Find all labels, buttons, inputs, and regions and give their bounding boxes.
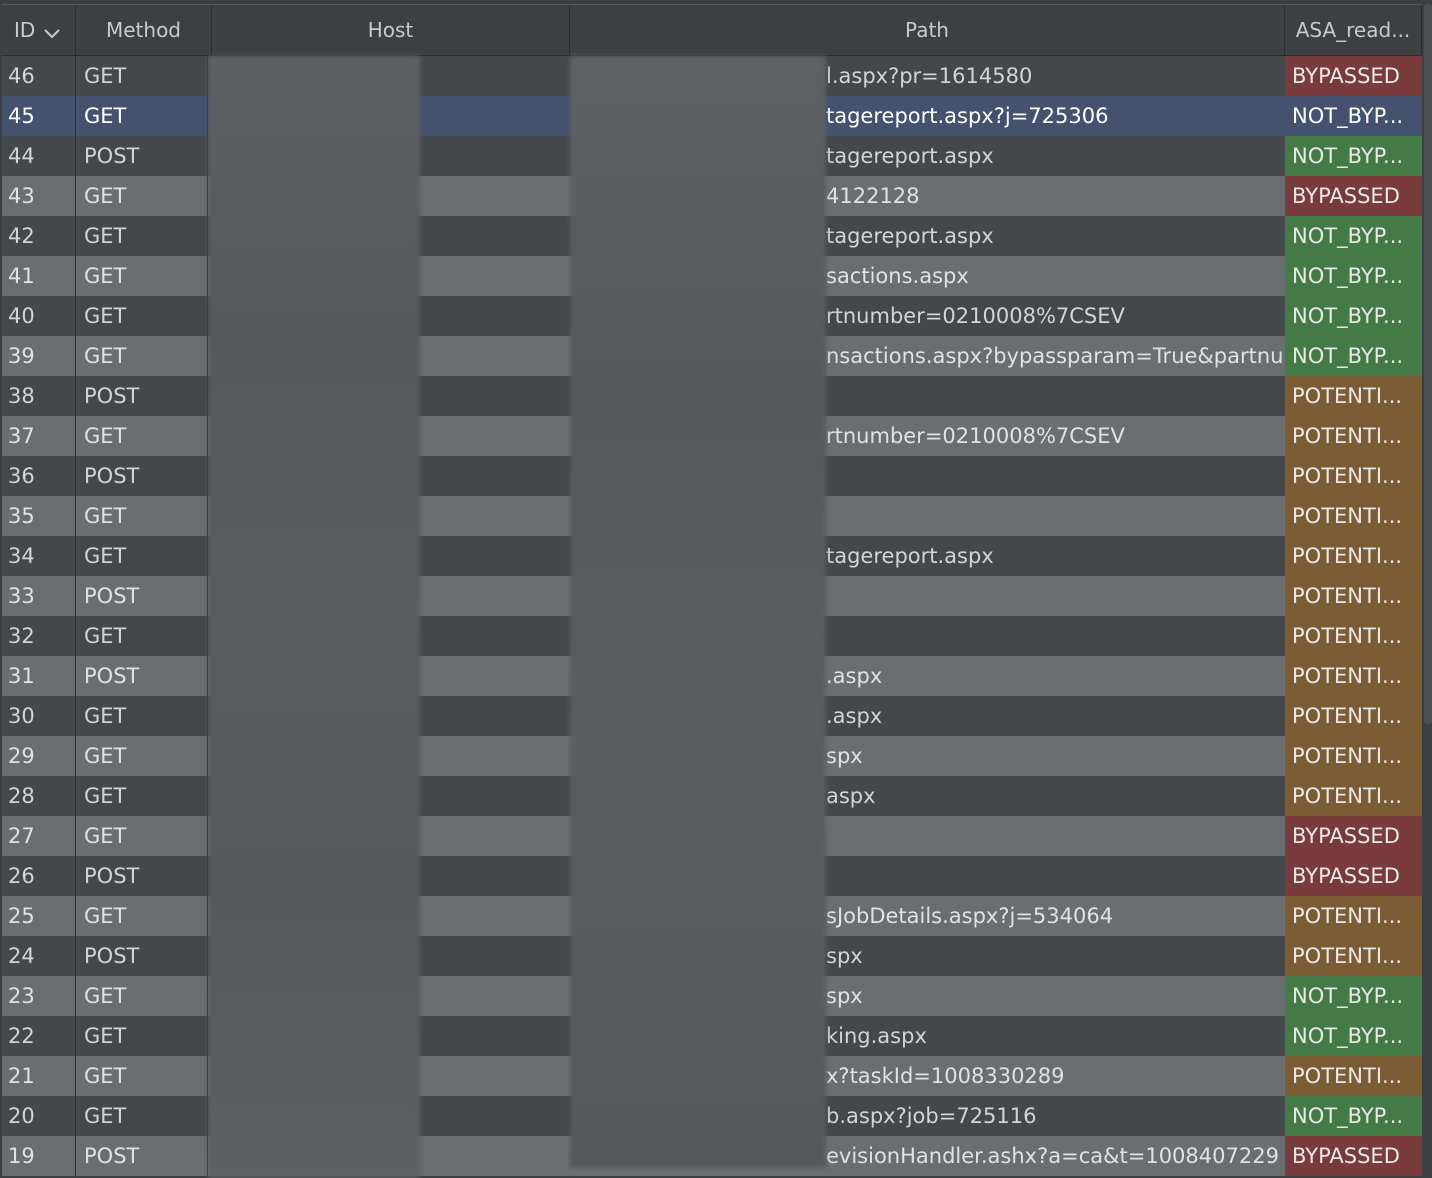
cell-asa-status: POTENTI... — [1285, 776, 1422, 816]
cell-method: GET — [76, 616, 208, 656]
cell-id: 31 — [2, 656, 76, 696]
cell-id: 42 — [2, 216, 76, 256]
cell-asa-status: POTENTI... — [1285, 736, 1422, 776]
cell-id: 33 — [2, 576, 76, 616]
cell-id: 24 — [2, 936, 76, 976]
cell-method: POST — [76, 656, 208, 696]
cell-asa-status: NOT_BYP... — [1285, 216, 1422, 256]
cell-id: 21 — [2, 1056, 76, 1096]
cell-id: 20 — [2, 1096, 76, 1136]
cell-id: 26 — [2, 856, 76, 896]
cell-method: GET — [76, 696, 208, 736]
chevron-down-icon — [43, 7, 61, 56]
cell-method: GET — [76, 96, 208, 136]
cell-asa-status: BYPASSED — [1285, 856, 1422, 896]
cell-id: 28 — [2, 776, 76, 816]
column-header-path[interactable]: Path — [570, 5, 1285, 55]
cell-asa-status: BYPASSED — [1285, 56, 1422, 96]
cell-method: POST — [76, 576, 208, 616]
cell-method: GET — [76, 496, 208, 536]
cell-asa-status: POTENTI... — [1285, 1056, 1422, 1096]
cell-method: GET — [76, 816, 208, 856]
cell-asa-status: POTENTI... — [1285, 376, 1422, 416]
cell-id: 35 — [2, 496, 76, 536]
cell-method: GET — [76, 416, 208, 456]
cell-id: 22 — [2, 1016, 76, 1056]
cell-asa-status: POTENTI... — [1285, 936, 1422, 976]
cell-id: 46 — [2, 56, 76, 96]
cell-asa-status: NOT_BYP... — [1285, 1096, 1422, 1136]
cell-asa-status: NOT_BYP... — [1285, 296, 1422, 336]
column-header-method[interactable]: Method — [76, 5, 212, 55]
cell-asa-status: POTENTI... — [1285, 496, 1422, 536]
cell-method: POST — [76, 936, 208, 976]
cell-method: GET — [76, 976, 208, 1016]
cell-id: 32 — [2, 616, 76, 656]
cell-method: GET — [76, 1016, 208, 1056]
cell-id: 43 — [2, 176, 76, 216]
cell-asa-status: POTENTI... — [1285, 536, 1422, 576]
cell-id: 27 — [2, 816, 76, 856]
cell-id: 30 — [2, 696, 76, 736]
cell-method: POST — [76, 456, 208, 496]
cell-method: GET — [76, 1056, 208, 1096]
cell-method: GET — [76, 216, 208, 256]
cell-asa-status: NOT_BYP... — [1285, 136, 1422, 176]
cell-id: 39 — [2, 336, 76, 376]
cell-id: 25 — [2, 896, 76, 936]
cell-asa-status: POTENTI... — [1285, 896, 1422, 936]
column-host-label: Host — [367, 18, 414, 42]
column-asa-label: ASA_read... — [1295, 18, 1411, 42]
cell-id: 29 — [2, 736, 76, 776]
vertical-scrollbar[interactable] — [1424, 4, 1432, 724]
cell-method: POST — [76, 136, 208, 176]
cell-asa-status: NOT_BYP... — [1285, 256, 1422, 296]
redacted-host-area — [208, 56, 420, 1178]
column-header-id[interactable]: ID — [2, 5, 76, 55]
cell-asa-status: NOT_BYP... — [1285, 976, 1422, 1016]
cell-id: 38 — [2, 376, 76, 416]
cell-method: GET — [76, 736, 208, 776]
cell-asa-status: NOT_BYP... — [1285, 336, 1422, 376]
cell-id: 19 — [2, 1136, 76, 1176]
cell-method: GET — [76, 176, 208, 216]
cell-method: GET — [76, 296, 208, 336]
cell-method: GET — [76, 776, 208, 816]
cell-method: GET — [76, 256, 208, 296]
cell-id: 23 — [2, 976, 76, 1016]
cell-id: 41 — [2, 256, 76, 296]
cell-id: 45 — [2, 96, 76, 136]
cell-id: 44 — [2, 136, 76, 176]
cell-method: POST — [76, 376, 208, 416]
cell-asa-status: POTENTI... — [1285, 456, 1422, 496]
column-header-host[interactable]: Host — [212, 5, 570, 55]
cell-id: 36 — [2, 456, 76, 496]
table-header: ID Method Host Path ASA_read... — [2, 4, 1422, 56]
cell-method: GET — [76, 536, 208, 576]
cell-asa-status: POTENTI... — [1285, 696, 1422, 736]
cell-method: GET — [76, 336, 208, 376]
cell-asa-status: POTENTI... — [1285, 616, 1422, 656]
cell-id: 40 — [2, 296, 76, 336]
column-path-label: Path — [905, 18, 949, 42]
cell-method: GET — [76, 1096, 208, 1136]
column-header-asa[interactable]: ASA_read... — [1285, 5, 1422, 55]
column-id-label: ID — [14, 18, 36, 42]
cell-method: POST — [76, 856, 208, 896]
cell-id: 37 — [2, 416, 76, 456]
cell-method: GET — [76, 56, 208, 96]
cell-asa-status: NOT_BYP... — [1285, 96, 1422, 136]
cell-asa-status: POTENTI... — [1285, 576, 1422, 616]
column-method-label: Method — [105, 18, 181, 42]
cell-asa-status: NOT_BYP... — [1285, 1016, 1422, 1056]
redacted-path-area — [570, 56, 826, 1168]
cell-id: 34 — [2, 536, 76, 576]
cell-method: POST — [76, 1136, 208, 1176]
cell-asa-status: POTENTI... — [1285, 656, 1422, 696]
cell-asa-status: BYPASSED — [1285, 816, 1422, 856]
cell-asa-status: BYPASSED — [1285, 176, 1422, 216]
cell-method: GET — [76, 896, 208, 936]
cell-asa-status: POTENTI... — [1285, 416, 1422, 456]
cell-asa-status: BYPASSED — [1285, 1136, 1422, 1176]
